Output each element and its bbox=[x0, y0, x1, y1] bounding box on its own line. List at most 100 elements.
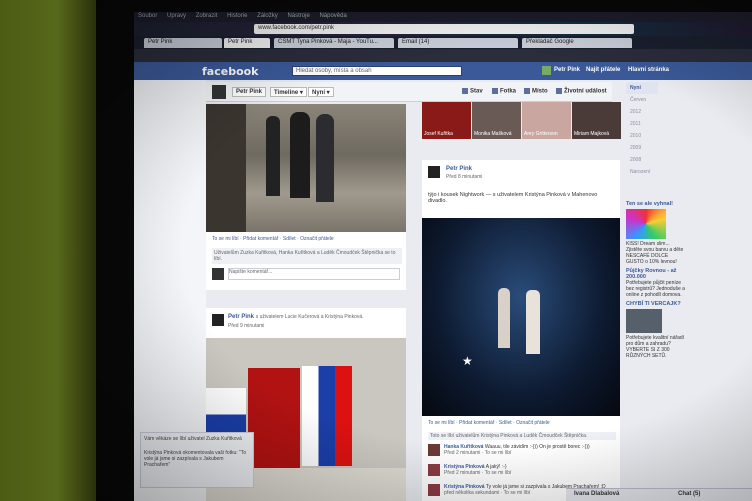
now-dropdown[interactable]: Nyní ▾ bbox=[308, 87, 334, 97]
chat-bar: Ivana Dlabalová Chat (5) bbox=[566, 488, 752, 501]
status-label: Stav bbox=[470, 88, 483, 95]
post-time[interactable]: Před 9 minutami bbox=[228, 323, 264, 329]
menu-tools[interactable]: Nástroje bbox=[287, 13, 309, 19]
timeline-avatar[interactable] bbox=[212, 85, 226, 99]
post-text: týjo i kousek Nightwork — s uživatelem K… bbox=[428, 192, 598, 204]
friend-name: Anry Gritterson bbox=[524, 131, 558, 137]
ad-title[interactable]: CHYBÍ TI VERCAJK? bbox=[626, 301, 686, 307]
friend-name: Josef Kuřitka bbox=[424, 131, 453, 137]
map-pin-icon bbox=[524, 88, 530, 94]
commenter-avatar[interactable] bbox=[428, 444, 440, 456]
profile-name-button[interactable]: Petr Pink bbox=[232, 87, 267, 97]
post-actions[interactable]: To se mi líbí · Přidat komentář · Sdílet… bbox=[212, 236, 334, 242]
status-icon bbox=[462, 88, 468, 94]
facebook-search-input[interactable]: Hledat osoby, místa a obsah bbox=[292, 66, 462, 76]
commenter-avatar[interactable] bbox=[428, 464, 440, 476]
menu-help[interactable]: Nápověda bbox=[319, 13, 346, 19]
life-event-label: Životní událost bbox=[564, 88, 607, 95]
talent-banner bbox=[248, 368, 300, 468]
ad-title[interactable]: Ten se ale vyhnal! bbox=[626, 201, 686, 207]
menu-file[interactable]: Soubor bbox=[138, 13, 157, 19]
browser-tab[interactable]: Email (14) bbox=[398, 38, 518, 48]
notification-line[interactable]: Vám věkáze se líbí uživatel Zuzka Kuřitk… bbox=[144, 436, 250, 442]
ad-text: Potřebujete kvalitní nářadí pro dům a za… bbox=[626, 335, 685, 359]
find-friends-link[interactable]: Najít přátele bbox=[586, 67, 620, 73]
chat-user-tab[interactable]: Ivana Dlabalová bbox=[574, 491, 619, 497]
menu-bookmarks[interactable]: Záložky bbox=[257, 13, 278, 19]
year-item[interactable]: 2012 bbox=[626, 106, 658, 118]
ad-text: KISS! Dream slim... Zjistěte svou barvu … bbox=[626, 241, 684, 265]
life-event-action[interactable]: Životní událost bbox=[556, 88, 607, 95]
browser-tab[interactable]: Petr Pink bbox=[144, 38, 222, 48]
post-actions[interactable]: To se mi líbí · Přidat komentář · Sdílet… bbox=[428, 420, 550, 426]
browser-tab[interactable]: Překladač Google bbox=[522, 38, 632, 48]
place-label: Místo bbox=[532, 88, 548, 95]
monitor-screen: Soubor Úpravy Zobrazit Historie Záložky … bbox=[134, 12, 752, 501]
browser-tab-active[interactable]: Petr Pink bbox=[224, 38, 270, 48]
commenter-avatar[interactable] bbox=[428, 484, 440, 496]
friend-thumb[interactable]: Monika Mašková bbox=[472, 102, 521, 139]
person-silhouette bbox=[266, 116, 280, 196]
year-item[interactable]: Narození bbox=[626, 166, 658, 178]
header-user-link[interactable]: Petr Pink bbox=[554, 67, 580, 73]
comment-time[interactable]: Před 2 minutami · To se mi líbí bbox=[444, 470, 616, 476]
ad-image[interactable] bbox=[626, 309, 662, 333]
notification-popup[interactable]: Vám věkáze se líbí uživatel Zuzka Kuřitk… bbox=[140, 432, 254, 488]
browser-tab[interactable]: ČSMT Tyna Pinková - Maja - YouTu... bbox=[274, 38, 394, 48]
home-link[interactable]: Hlavní stránka bbox=[628, 67, 669, 73]
comment-time[interactable]: Před 2 minutami · To se mi líbí bbox=[444, 450, 616, 456]
author-name[interactable]: Petr Pink bbox=[446, 166, 472, 172]
timeline-post-photo: To se mi líbí · Přidat komentář · Sdílet… bbox=[206, 104, 406, 290]
ad-title[interactable]: Půjčky Rovnou - až 200.000 bbox=[626, 268, 686, 280]
notification-line[interactable]: Kristýna Pinková okomentovala vaši fotku… bbox=[144, 450, 250, 468]
timeline-year-nav: Nyní Červen 2012 2011 2010 2009 2008 Nar… bbox=[626, 82, 658, 178]
friends-thumbnails: Josef Kuřitka Monika Mašková Anry Gritte… bbox=[422, 102, 621, 140]
menu-view[interactable]: Zobrazit bbox=[196, 13, 218, 19]
bookmarks-bar bbox=[134, 49, 752, 62]
building-wall bbox=[206, 104, 246, 232]
photo-action[interactable]: Fotka bbox=[492, 88, 516, 95]
friend-thumb[interactable]: Miriam Majková bbox=[572, 102, 621, 139]
facebook-header: facebook Hledat osoby, místa a obsah Pet… bbox=[134, 62, 752, 80]
timeline-dropdown[interactable]: Timeline ▾ bbox=[270, 87, 307, 97]
year-item[interactable]: 2009 bbox=[626, 142, 658, 154]
friend-name: Miriam Majková bbox=[574, 131, 610, 137]
timeline-post-nightwork: Petr Pink Před 8 minutami týjo i kousek … bbox=[422, 160, 620, 501]
ad-image[interactable] bbox=[626, 209, 666, 239]
street-photo[interactable] bbox=[206, 104, 406, 232]
background-wall bbox=[0, 0, 96, 501]
star-icon: ★ bbox=[462, 354, 473, 368]
friend-thumb[interactable]: Josef Kuřitka bbox=[422, 102, 471, 139]
friend-thumb[interactable]: Anry Gritterson bbox=[522, 102, 571, 139]
author-avatar[interactable] bbox=[212, 314, 224, 326]
right-column: Josef Kuřitka Monika Mašková Anry Gritte… bbox=[418, 102, 621, 501]
author-name[interactable]: Petr Pink bbox=[228, 314, 254, 320]
year-item[interactable]: 2011 bbox=[626, 118, 658, 130]
post-likes: Toto se líbí uživatelům Kristýna Pinková… bbox=[428, 432, 616, 440]
year-item[interactable]: 2010 bbox=[626, 130, 658, 142]
person-silhouette bbox=[316, 114, 334, 202]
menu-edit[interactable]: Úpravy bbox=[167, 13, 186, 19]
browser-menubar: Soubor Úpravy Zobrazit Historie Záložky … bbox=[134, 12, 752, 22]
url-input[interactable]: www.facebook.com/petr.pink bbox=[254, 24, 634, 34]
post-time[interactable]: Před 8 minutami bbox=[446, 174, 482, 180]
user-avatar[interactable] bbox=[542, 66, 551, 75]
menu-history[interactable]: Historie bbox=[227, 13, 247, 19]
status-action[interactable]: Stav bbox=[462, 88, 483, 95]
year-item-now[interactable]: Nyní bbox=[626, 82, 658, 94]
post-with: s uživatelem Lucie Kučerová a Kristýna P… bbox=[255, 314, 364, 320]
year-item[interactable]: Červen bbox=[626, 94, 658, 106]
author-avatar[interactable] bbox=[428, 166, 440, 178]
place-action[interactable]: Místo bbox=[524, 88, 548, 95]
post-header: Petr Pink s uživatelem Lucie Kučerová a … bbox=[228, 314, 403, 320]
address-bar-row: www.facebook.com/petr.pink bbox=[134, 22, 752, 36]
post-likes: Uživatelům Zuzka Kuřitková, Hanka Kuřitk… bbox=[212, 248, 402, 264]
year-item[interactable]: 2008 bbox=[626, 154, 658, 166]
friend-name: Monika Mašková bbox=[474, 131, 512, 137]
flag-slovak bbox=[302, 366, 352, 466]
comment-input[interactable]: Napište komentář... bbox=[228, 268, 400, 280]
facebook-logo[interactable]: facebook bbox=[202, 65, 259, 78]
chat-button[interactable]: Chat (5) bbox=[678, 491, 700, 497]
person-silhouette bbox=[290, 112, 310, 198]
stage-photo[interactable]: ★ bbox=[422, 218, 620, 416]
